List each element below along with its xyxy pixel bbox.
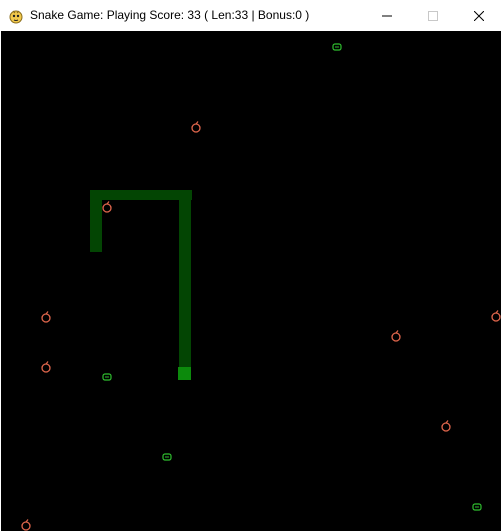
close-icon	[474, 10, 484, 21]
minimize-button[interactable]	[364, 0, 410, 31]
maximize-button[interactable]	[410, 0, 456, 31]
bonus-food-icon	[472, 503, 482, 511]
bonus-food-icon	[162, 453, 172, 461]
apple-icon	[41, 361, 51, 373]
pygame-snake-icon	[9, 10, 23, 24]
close-button[interactable]	[456, 0, 502, 31]
title-bar[interactable]: Snake Game: Playing Score: 33 ( Len:33 |…	[0, 0, 502, 31]
game-canvas[interactable]	[1, 31, 501, 531]
maximize-icon	[428, 10, 438, 21]
game-window: Snake Game: Playing Score: 33 ( Len:33 |…	[0, 0, 502, 532]
apple-icon	[21, 519, 31, 531]
snake-head	[178, 367, 191, 380]
snake-body-segment	[90, 190, 192, 200]
window-title: Snake Game: Playing Score: 33 ( Len:33 |…	[30, 8, 310, 22]
apple-icon	[191, 121, 201, 133]
minimize-icon	[382, 15, 392, 16]
apple-icon	[441, 420, 451, 432]
bonus-food-icon	[332, 43, 342, 51]
apple-icon	[41, 311, 51, 323]
bonus-food-icon	[102, 373, 112, 381]
snake-body-segment	[179, 190, 191, 368]
apple-icon	[391, 330, 401, 342]
apple-icon	[102, 201, 112, 213]
apple-icon	[491, 310, 501, 322]
